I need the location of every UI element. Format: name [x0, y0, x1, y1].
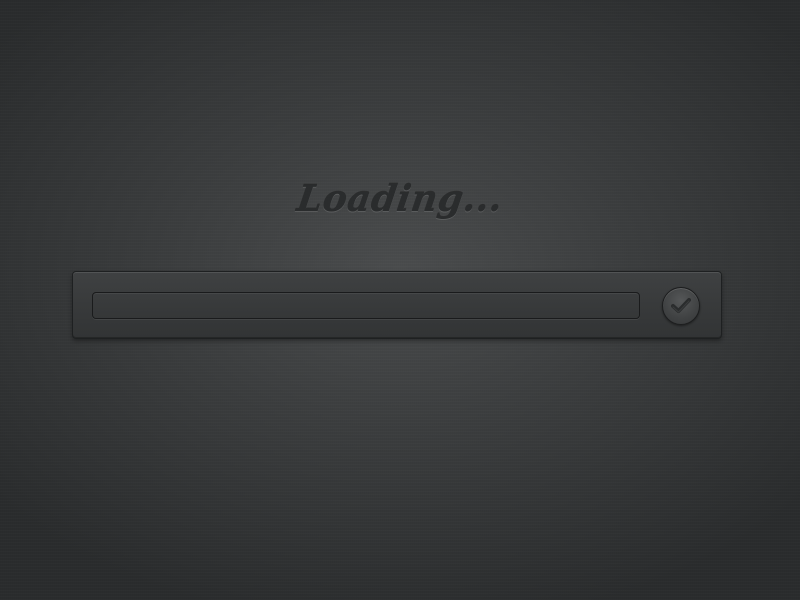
progress-panel — [72, 271, 722, 339]
progress-fill — [93, 293, 639, 318]
progress-track — [92, 292, 640, 319]
check-icon — [671, 298, 691, 313]
confirm-button[interactable] — [662, 287, 700, 325]
loading-title: Loading... — [294, 178, 506, 220]
